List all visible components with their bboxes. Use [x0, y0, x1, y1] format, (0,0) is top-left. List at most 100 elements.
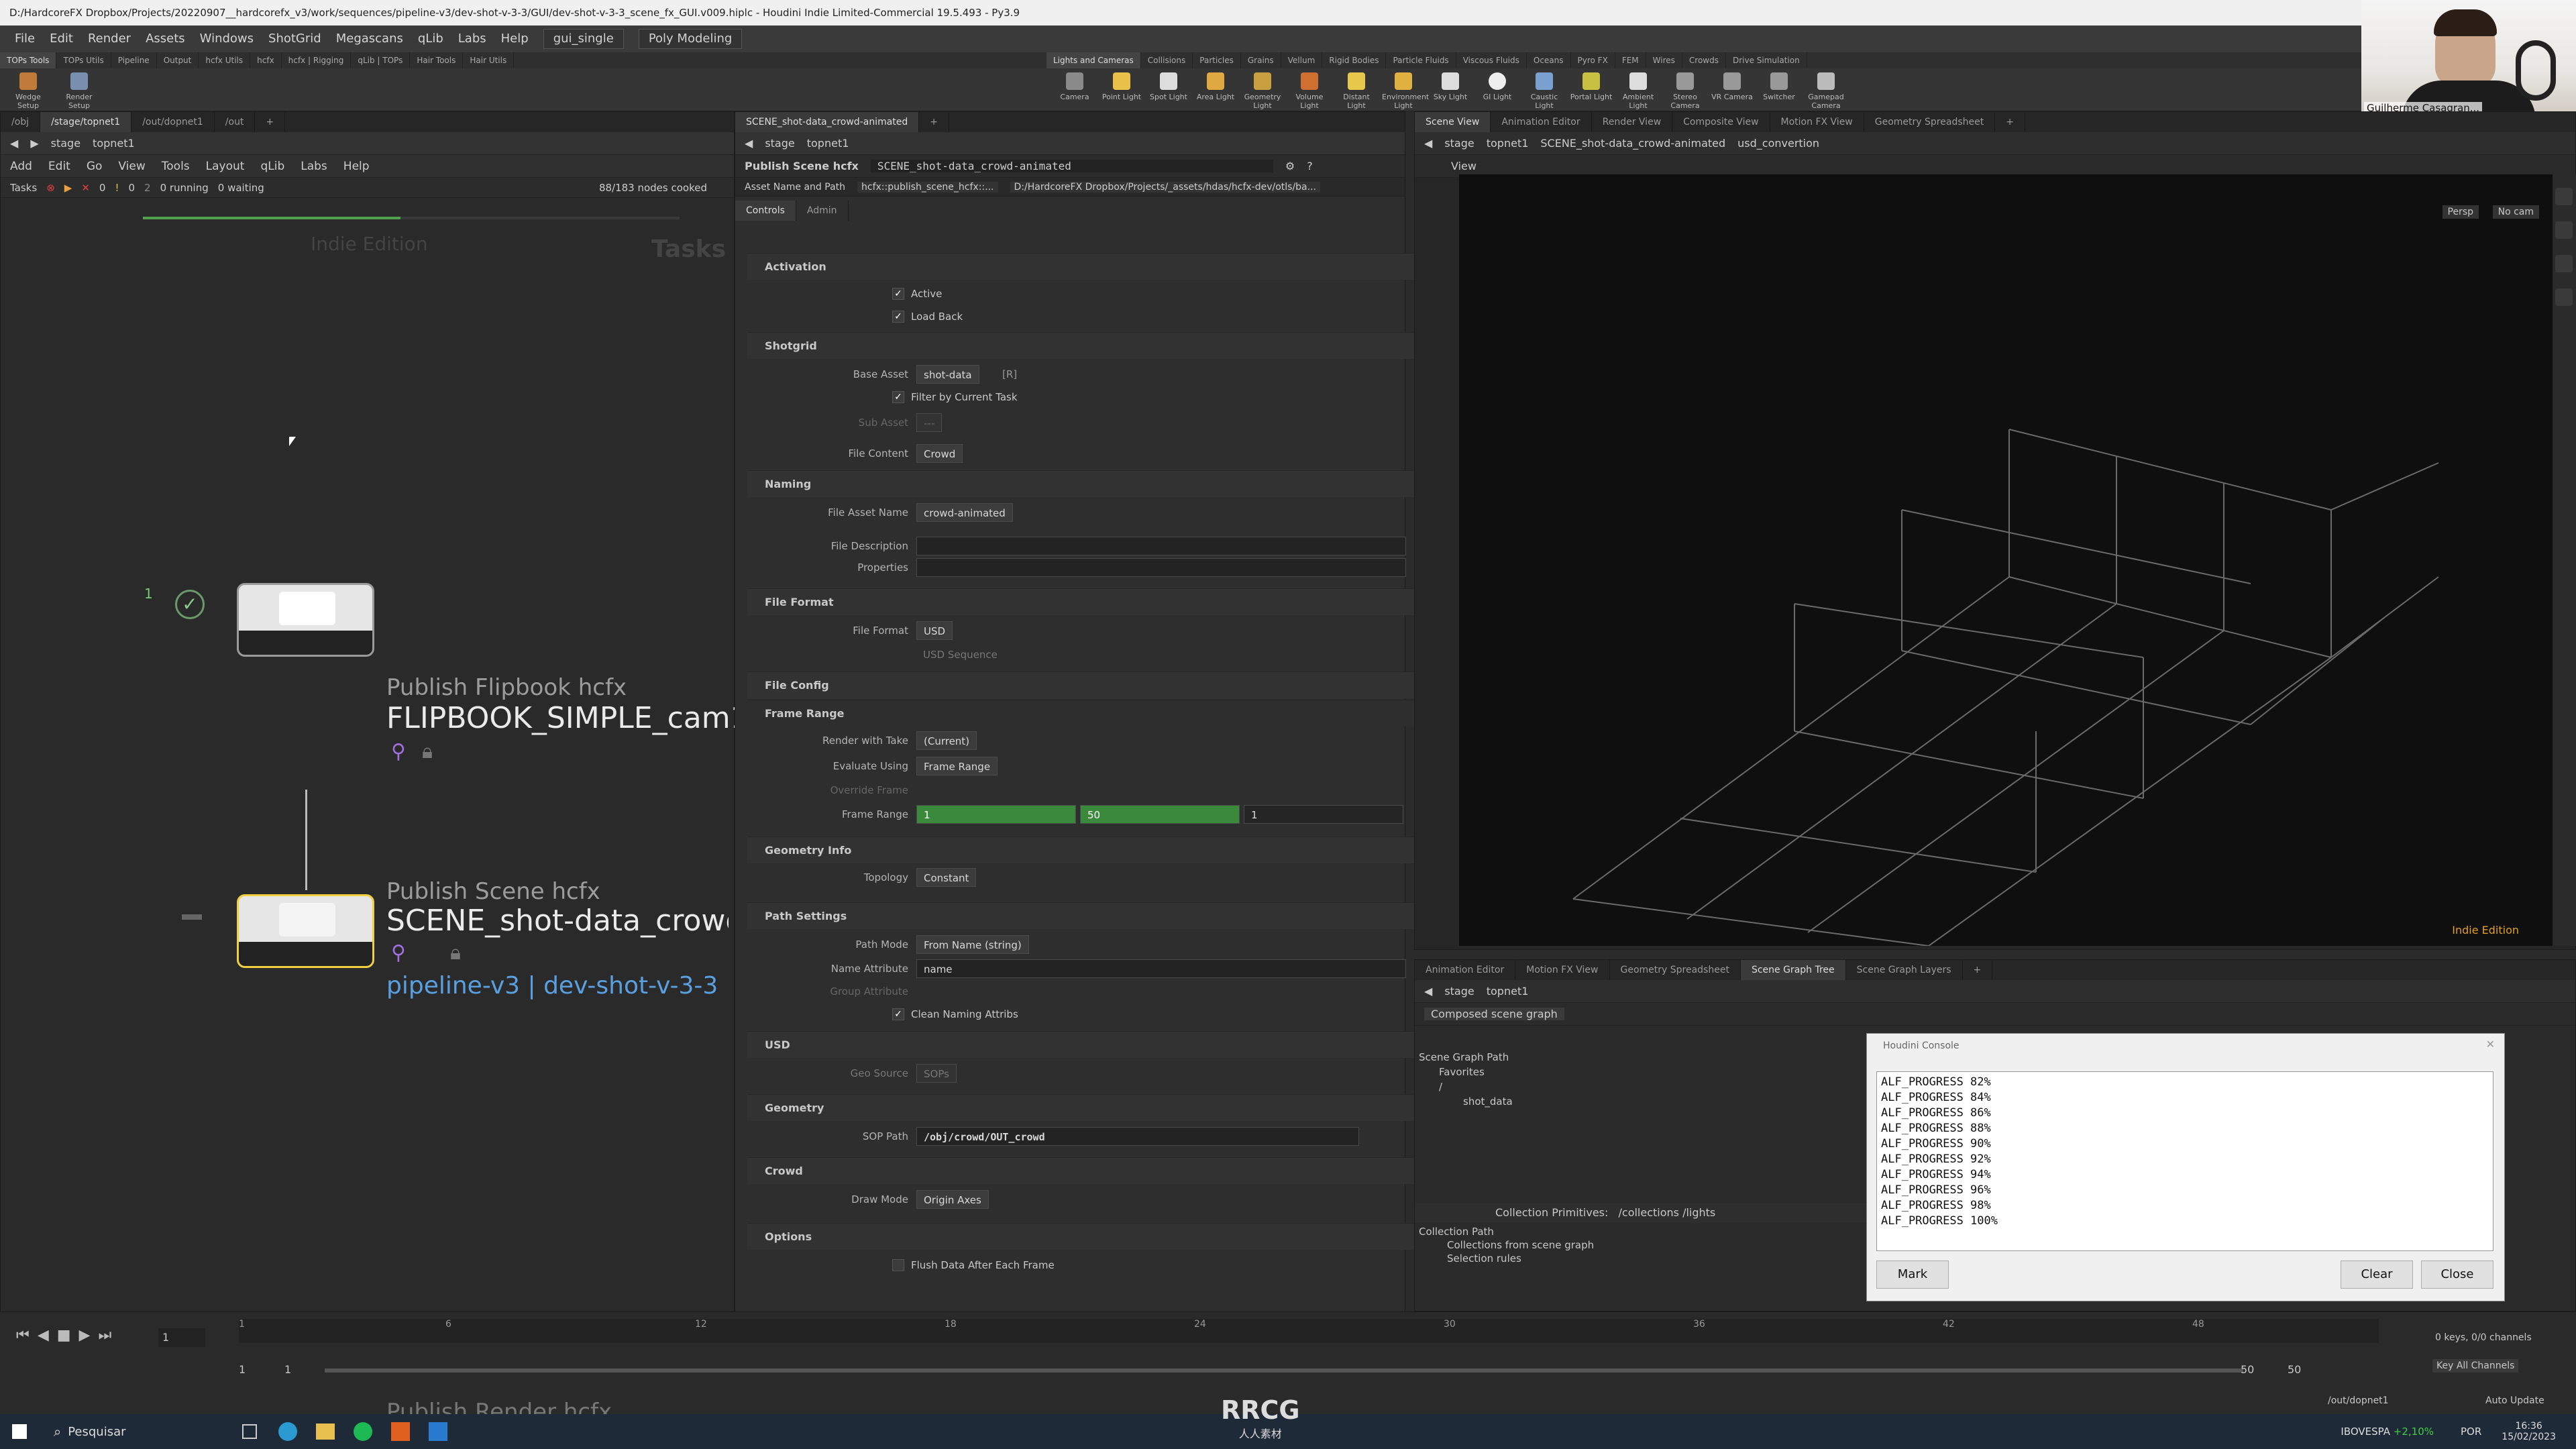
- shelf-tab-grains[interactable]: Grains: [1241, 52, 1281, 68]
- name-attribute-field[interactable]: name: [916, 959, 1406, 978]
- language-indicator[interactable]: POR: [2461, 1426, 2481, 1438]
- gamepad-camera-tool[interactable]: Gamepad Camera: [1805, 72, 1847, 110]
- shading-icon[interactable]: [2555, 255, 2573, 272]
- shelf-tab-pipeline[interactable]: Pipeline: [111, 52, 157, 68]
- menu-qlib-net[interactable]: qLib: [260, 160, 284, 173]
- filter-task-checkbox[interactable]: ✓: [892, 391, 904, 403]
- console-close-icon[interactable]: ✕: [2486, 1038, 2495, 1051]
- portal-light-tool[interactable]: Portal Light: [1570, 72, 1613, 110]
- 3d-viewport[interactable]: Persp No cam Indie Edition: [1459, 174, 2553, 947]
- tab-geometry-spreadsheet[interactable]: Geometry Spreadsheet: [1864, 112, 1996, 132]
- path-stage[interactable]: stage: [1444, 985, 1474, 998]
- properties-field[interactable]: [916, 558, 1406, 577]
- shelf-tab-collisions[interactable]: Collisions: [1141, 52, 1193, 68]
- current-frame-field[interactable]: 1: [158, 1328, 205, 1347]
- back-arrow-icon[interactable]: ◀: [1424, 985, 1432, 998]
- back-arrow-icon[interactable]: ◀: [745, 137, 753, 150]
- tree-item-root[interactable]: /: [1439, 1081, 1442, 1093]
- path-topnet1[interactable]: topnet1: [1487, 985, 1529, 998]
- shelf-tab-hcfx[interactable]: hcfx: [250, 52, 282, 68]
- tab-obj[interactable]: /obj: [1, 112, 41, 132]
- frame-step-field[interactable]: 1: [1244, 805, 1403, 824]
- node-name-label[interactable]: SCENE_shot-data_crowd-a: [386, 904, 729, 938]
- menu-edit[interactable]: Edit: [50, 25, 73, 52]
- path-stage[interactable]: stage: [765, 137, 794, 150]
- path-mode-dropdown[interactable]: From Name (string): [916, 935, 1029, 954]
- shelf-tab-viscous-fluids[interactable]: Viscous Fluids: [1456, 52, 1527, 68]
- tab-stage-topnet1[interactable]: /stage/topnet1: [40, 112, 132, 132]
- mark-button[interactable]: Mark: [1876, 1260, 1949, 1289]
- explorer-icon[interactable]: [316, 1424, 335, 1440]
- load-back-checkbox[interactable]: ✓: [892, 311, 904, 323]
- last-frame-icon[interactable]: ⏭: [98, 1327, 111, 1344]
- key-all-channels-button[interactable]: Key All Channels: [2432, 1359, 2519, 1373]
- active-checkbox[interactable]: ✓: [892, 288, 904, 300]
- shelf-tab-fem[interactable]: FEM: [1615, 52, 1646, 68]
- environment-light-tool[interactable]: Environment Light: [1382, 72, 1429, 110]
- path-topnet1[interactable]: topnet1: [93, 137, 135, 150]
- tab-scene-graph-tree[interactable]: Scene Graph Tree: [1740, 960, 1846, 980]
- tab-animation-editor[interactable]: Animation Editor: [1415, 960, 1516, 980]
- tab-out-dopnet1[interactable]: /out/dopnet1: [131, 112, 215, 132]
- menu-labs-net[interactable]: Labs: [301, 160, 327, 173]
- path-topnet1[interactable]: topnet1: [1487, 137, 1529, 150]
- path-topnet1[interactable]: topnet1: [807, 137, 849, 150]
- spotify-icon[interactable]: [354, 1422, 373, 1441]
- desktop-selector[interactable]: gui_single: [543, 29, 624, 49]
- path-scene-node[interactable]: SCENE_shot-data_crowd-animated: [1540, 137, 1725, 150]
- vscode-icon[interactable]: [429, 1422, 448, 1441]
- shelf-tab-crowds[interactable]: Crowds: [1682, 52, 1726, 68]
- render-take-dropdown[interactable]: (Current): [916, 731, 977, 750]
- base-asset-dropdown[interactable]: shot-data: [916, 365, 979, 384]
- gear-icon[interactable]: ⚙: [1285, 160, 1295, 172]
- geometry-light-tool[interactable]: Geometry Light: [1241, 72, 1284, 110]
- camera-menu[interactable]: No cam: [2492, 205, 2539, 219]
- gi-light-tool[interactable]: GI Light: [1476, 72, 1519, 110]
- add-tab-button[interactable]: +: [1995, 112, 2025, 132]
- topology-dropdown[interactable]: Constant: [916, 868, 977, 887]
- display-options-icon[interactable]: [2555, 188, 2573, 205]
- taskbar-search[interactable]: Pesquisar: [68, 1425, 215, 1439]
- shelf-tab-pyro-fx[interactable]: Pyro FX: [1571, 52, 1615, 68]
- houdini-icon[interactable]: [391, 1422, 411, 1441]
- clock[interactable]: 16:36 15/02/2023: [2502, 1421, 2556, 1442]
- shelf-tab-hair-utils[interactable]: Hair Utils: [463, 52, 515, 68]
- edge-icon[interactable]: [278, 1422, 298, 1441]
- menu-shotgrid[interactable]: ShotGrid: [268, 25, 321, 52]
- tab-motion-fx[interactable]: Motion FX View: [1515, 960, 1610, 980]
- shelf-tab-oceans[interactable]: Oceans: [1527, 52, 1571, 68]
- clear-button[interactable]: Clear: [2341, 1260, 2413, 1289]
- node-publish-scene[interactable]: [237, 894, 374, 968]
- add-tab-button[interactable]: +: [919, 112, 950, 132]
- collection-item-selection-rules[interactable]: Selection rules: [1447, 1252, 1521, 1265]
- node-name-field[interactable]: SCENE_shot-data_crowd-animated: [870, 160, 1273, 172]
- path-stage[interactable]: stage: [51, 137, 80, 150]
- range-start-field[interactable]: 1: [239, 1363, 246, 1376]
- range-end-field[interactable]: 50: [2241, 1363, 2254, 1376]
- tab-out[interactable]: /out: [215, 112, 256, 132]
- scene-graph-mode-dropdown[interactable]: Composed scene graph: [1424, 1008, 1564, 1020]
- tree-item-shot-data[interactable]: shot_data: [1463, 1095, 1513, 1108]
- sub-asset-dropdown[interactable]: ---: [916, 413, 943, 432]
- file-asset-name-dropdown[interactable]: crowd-animated: [916, 503, 1013, 522]
- menu-help-net[interactable]: Help: [343, 160, 370, 173]
- switcher-tool[interactable]: Switcher: [1758, 72, 1801, 110]
- shelf-tab-rigid-bodies[interactable]: Rigid Bodies: [1322, 52, 1387, 68]
- close-button[interactable]: Close: [2421, 1260, 2493, 1289]
- node-path-link[interactable]: pipeline-v3 | dev-shot-v-3-3 | cr: [386, 972, 729, 1000]
- shelf-tab-drive-simulation[interactable]: Drive Simulation: [1726, 52, 1807, 68]
- back-arrow-icon[interactable]: ◀: [1424, 137, 1432, 150]
- menu-labs[interactable]: Labs: [458, 25, 486, 52]
- range-start2-field[interactable]: 1: [284, 1363, 291, 1376]
- tab-composite-view[interactable]: Composite View: [1672, 112, 1770, 132]
- volume-light-tool[interactable]: Volume Light: [1288, 72, 1331, 110]
- area-light-tool[interactable]: Area Light: [1194, 72, 1237, 110]
- shelf-tab-output[interactable]: Output: [157, 52, 199, 68]
- tab-render-view[interactable]: Render View: [1592, 112, 1673, 132]
- menu-tools[interactable]: Tools: [162, 160, 190, 173]
- menu-go[interactable]: Go: [87, 160, 103, 173]
- persp-menu[interactable]: Persp: [2442, 205, 2479, 219]
- file-format-dropdown[interactable]: USD: [916, 621, 953, 640]
- shelf-tab-particles[interactable]: Particles: [1193, 52, 1241, 68]
- cancel-cook-icon[interactable]: ⊗: [46, 182, 55, 194]
